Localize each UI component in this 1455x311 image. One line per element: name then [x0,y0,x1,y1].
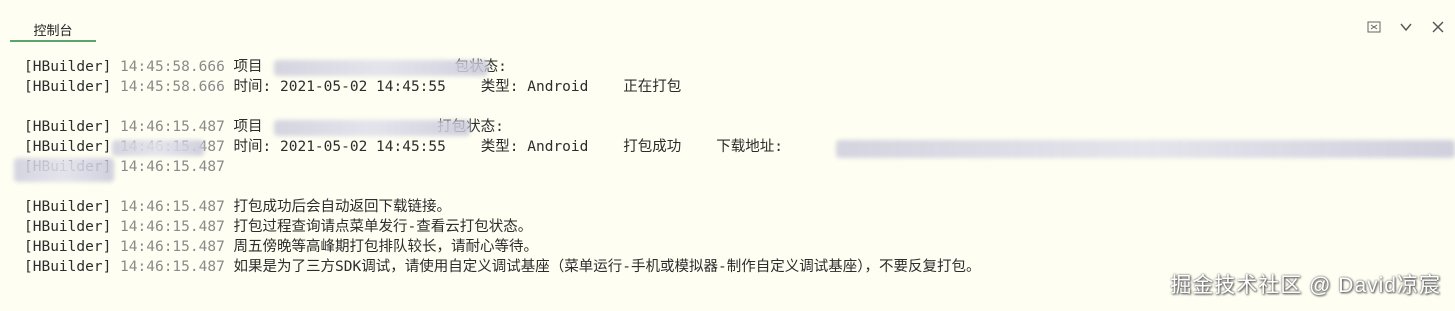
redacted-download-url [836,140,1455,158]
clear-console-icon[interactable] [1365,18,1383,36]
log-timestamp: 14:46:15.487 [120,159,225,175]
console-line: [HBuilder] 14:45:58.666 时间: 2021-05-02 1… [24,77,1455,97]
log-source: [HBuilder] [24,139,112,155]
log-source: [HBuilder] [24,119,112,135]
log-message: 打包过程查询请点菜单发行-查看云打包状态。 [233,219,533,235]
log-source: [HBuilder] [24,259,112,275]
log-message: 打包成功后会自动返回下载链接。 [233,199,452,215]
console-line: [HBuilder] 14:46:15.487 [24,157,1455,177]
log-timestamp: 14:46:15.487 [120,199,225,215]
console-line: [HBuilder] 14:46:15.487 打包成功后会自动返回下载链接。 [24,197,1455,217]
chevron-down-icon[interactable] [1397,18,1415,36]
log-timestamp: 14:46:15.487 [120,239,225,255]
log-timestamp: 14:46:15.487 [120,119,225,135]
redacted-project-name-1 [274,60,488,76]
log-timestamp: 14:46:15.487 [120,259,225,275]
log-message: 时间: 2021-05-02 14:45:55 类型: Android 打包成功… [233,139,783,155]
log-message: 时间: 2021-05-02 14:45:55 类型: Android 正在打包 [233,79,682,95]
log-source: [HBuilder] [24,219,112,235]
log-timestamp: 14:45:58.666 [120,59,225,75]
log-message: 如果是为了三方SDK调试，请使用自定义调试基座（菜单运行-手机或模拟器-制作自定… [233,259,981,275]
close-icon[interactable] [1429,18,1447,36]
log-timestamp: 14:46:15.487 [120,219,225,235]
watermark: 掘金技术社区 @ David凉宸 [1170,274,1441,297]
console-line: [HBuilder] 14:45:58.666 项目 包状态: [24,57,1455,77]
log-source: [HBuilder] [24,199,112,215]
tab-console[interactable]: 控制台 [10,18,96,42]
log-timestamp: 14:45:58.666 [120,79,225,95]
log-message: 周五傍晚等高峰期打包排队较长，请耐心等待。 [233,239,539,255]
console-toolbar [1365,18,1447,36]
redacted-url-wrap [14,158,114,182]
console-line: [HBuilder] 14:46:15.487 项目 打包状态: [24,117,1455,137]
console-output: [HBuilder] 14:45:58.666 项目 包状态:[HBuilder… [24,57,1455,277]
log-source: [HBuilder] [24,79,112,95]
redacted-timestamp [112,140,204,156]
console-tab-bar: 控制台 [0,0,1455,44]
log-source: [HBuilder] [24,239,112,255]
redacted-project-name-2 [274,120,470,136]
console-line: [HBuilder] 14:46:15.487 周五傍晚等高峰期打包排队较长，请… [24,237,1455,257]
console-line: [HBuilder] 14:46:15.487 打包过程查询请点菜单发行-查看云… [24,217,1455,237]
log-source: [HBuilder] [24,59,112,75]
